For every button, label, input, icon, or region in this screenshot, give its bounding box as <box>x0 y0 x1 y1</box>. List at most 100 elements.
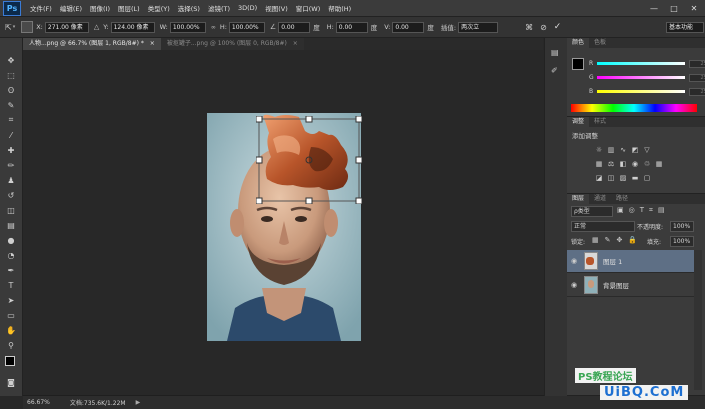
g-slider[interactable] <box>597 76 685 79</box>
warp-icon[interactable]: ⌘ <box>525 23 533 32</box>
tab-jar[interactable]: 被抠罐子...png @ 100% (图层 0, RGB/8#) × <box>160 38 304 50</box>
close-tab-icon[interactable]: × <box>150 40 155 47</box>
clone-stamp-tool-icon[interactable]: ♟ <box>5 174 17 186</box>
healing-brush-tool-icon[interactable]: ✚ <box>5 144 17 156</box>
hue-saturation-icon[interactable]: ▦ <box>595 160 603 168</box>
lasso-tool-icon[interactable]: ʘ <box>5 84 17 96</box>
layer-name[interactable]: 背景图层 <box>603 280 629 290</box>
move-tool-icon[interactable]: ✥ <box>5 54 17 66</box>
tab-layers[interactable]: 图层 <box>567 194 590 204</box>
tab-adjustments[interactable]: 调整 <box>567 117 590 127</box>
reference-point-icon[interactable] <box>21 21 34 33</box>
tab-paths[interactable]: 路径 <box>611 194 633 204</box>
opacity-input[interactable]: 100% <box>670 221 694 232</box>
transform-handle[interactable] <box>355 156 362 164</box>
path-selection-tool-icon[interactable]: ➤ <box>5 294 17 306</box>
move-tool-preset-icon[interactable]: ⇱ <box>5 23 12 32</box>
menu-help[interactable]: 帮助(H) <box>324 3 355 13</box>
color-spectrum-ramp[interactable] <box>571 104 697 112</box>
color-balance-icon[interactable]: ⚖ <box>607 160 615 168</box>
menu-filter[interactable]: 滤镜(T) <box>204 3 234 13</box>
layer-row-layer1[interactable]: ◉ 图层 1 <box>567 250 694 273</box>
b-slider[interactable] <box>597 90 685 93</box>
curves-icon[interactable]: ∿ <box>619 146 627 154</box>
selective-color-icon[interactable]: ▢ <box>643 174 651 182</box>
h-input[interactable]: 100.00% <box>228 21 265 33</box>
vibrance-icon[interactable]: ▽ <box>643 146 651 154</box>
transform-handle[interactable] <box>256 197 263 204</box>
crop-tool-icon[interactable]: ⌗ <box>5 114 17 126</box>
transform-bounding-box[interactable] <box>256 116 362 204</box>
tab-channels[interactable]: 通道 <box>589 194 611 204</box>
visibility-eye-icon[interactable]: ◉ <box>567 281 581 289</box>
commit-transform-icon[interactable]: ✓ <box>554 22 562 32</box>
dodge-tool-icon[interactable]: ◔ <box>5 249 17 261</box>
hand-tool-icon[interactable]: ✋ <box>5 324 17 336</box>
photo-filter-icon[interactable]: ◉ <box>631 160 639 168</box>
transform-handle[interactable] <box>355 197 362 204</box>
minimize-button[interactable]: — <box>644 0 664 16</box>
menu-layer[interactable]: 图层(L) <box>114 3 144 13</box>
quick-select-tool-icon[interactable]: ✎ <box>5 99 17 111</box>
zoom-tool-icon[interactable]: ⚲ <box>5 339 17 351</box>
threshold-icon[interactable]: ▨ <box>619 174 627 182</box>
menu-image[interactable]: 图像(I) <box>86 3 114 13</box>
y-input[interactable]: 124.00 像素 <box>110 21 155 33</box>
gradient-tool-icon[interactable]: ▤ <box>5 219 17 231</box>
close-tab-icon[interactable]: × <box>293 40 298 47</box>
properties-panel-icon[interactable]: ✐ <box>551 66 558 75</box>
transform-handle[interactable] <box>305 197 313 204</box>
pen-tool-icon[interactable]: ✒ <box>5 264 17 276</box>
layer-row-background[interactable]: ◉ 背景图层 <box>567 274 694 297</box>
menu-3d[interactable]: 3D(D) <box>234 4 261 12</box>
exposure-icon[interactable]: ◩ <box>631 146 639 154</box>
link-icon[interactable]: ∞ <box>211 24 216 31</box>
cancel-transform-icon[interactable]: ⊘ <box>540 23 547 32</box>
transform-handle[interactable] <box>256 156 263 164</box>
transform-handle[interactable] <box>355 116 362 123</box>
h-skew-input[interactable]: 0.00 <box>335 21 368 33</box>
history-brush-tool-icon[interactable]: ↺ <box>5 189 17 201</box>
zoom-level[interactable]: 66.67% <box>27 399 50 406</box>
menu-window[interactable]: 窗口(W) <box>292 3 325 13</box>
maximize-button[interactable]: □ <box>664 0 684 16</box>
invert-icon[interactable]: ◪ <box>595 174 603 182</box>
tab-styles[interactable]: 样式 <box>589 117 611 127</box>
brightness-icon[interactable]: ☼ <box>595 146 603 154</box>
relative-position-icon[interactable]: △ <box>94 23 99 31</box>
type-tool-icon[interactable]: T <box>5 279 17 291</box>
eyedropper-tool-icon[interactable]: ⁄ <box>5 129 17 141</box>
brush-tool-icon[interactable]: ✏ <box>5 159 17 171</box>
lock-icons[interactable]: ▦✎✥🔒 <box>592 236 643 244</box>
blur-tool-icon[interactable]: ● <box>5 234 17 246</box>
menu-edit[interactable]: 编辑(E) <box>56 3 86 13</box>
color-lookup-icon[interactable]: ▦ <box>655 160 663 168</box>
shape-tool-icon[interactable]: ▭ <box>5 309 17 321</box>
w-input[interactable]: 100.00% <box>169 21 206 33</box>
fill-input[interactable]: 100% <box>670 236 694 247</box>
tab-portrait[interactable]: 人物...png @ 66.7% (图层 1, RGB/8#) * × <box>23 38 161 50</box>
status-menu-arrow-icon[interactable]: ▶ <box>136 399 141 406</box>
quick-mask-icon[interactable]: ◙ <box>5 376 17 388</box>
x-input[interactable]: 271.00 像素 <box>44 21 89 33</box>
transform-handle[interactable] <box>256 116 263 123</box>
menu-view[interactable]: 视图(V) <box>261 3 292 13</box>
v-skew-input[interactable]: 0.00 <box>392 21 425 33</box>
r-value[interactable]: 255 <box>689 59 705 68</box>
marquee-tool-icon[interactable]: ⬚ <box>5 69 17 81</box>
blend-mode-select[interactable]: 正常 <box>571 221 635 232</box>
history-panel-icon[interactable]: ▤ <box>551 48 559 57</box>
layer-name[interactable]: 图层 1 <box>603 256 622 266</box>
angle-input[interactable]: 0.00 <box>278 21 311 33</box>
layer-filter-icons[interactable]: ▣◎T⌗▤ <box>617 206 670 215</box>
foreground-color-swatch[interactable] <box>5 356 15 366</box>
black-white-icon[interactable]: ◧ <box>619 160 627 168</box>
chevron-down-icon[interactable]: ▾ <box>13 24 16 30</box>
layer-kind-filter[interactable]: ρ类型 <box>571 206 613 217</box>
workspace-select[interactable]: 基本功能 <box>666 22 704 33</box>
b-value[interactable]: 255 <box>689 87 705 96</box>
posterize-icon[interactable]: ◫ <box>607 174 615 182</box>
tab-color[interactable]: 颜色 <box>567 38 590 48</box>
gradient-map-icon[interactable]: ▬ <box>631 174 639 182</box>
close-button[interactable]: ✕ <box>684 0 704 16</box>
